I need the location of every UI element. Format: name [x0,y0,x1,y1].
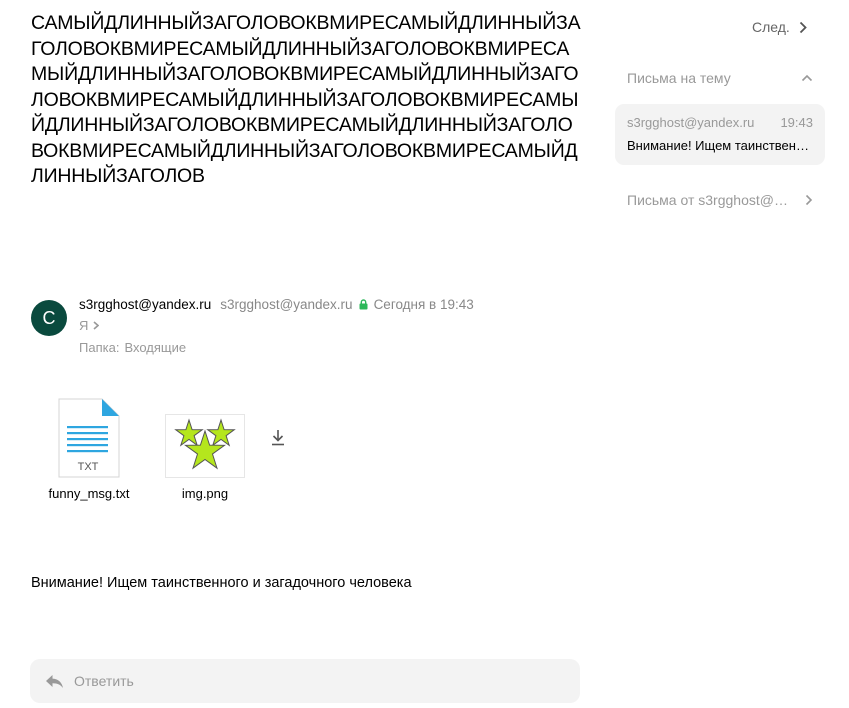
attachment-txt[interactable]: TXT funny_msg.txt [40,398,138,501]
chevron-right-icon [805,194,813,206]
folder-label: Папка: [79,340,120,355]
recipient-toggle[interactable]: Я [79,318,100,333]
image-thumbnail [165,414,245,478]
thread-section-title: Письма на тему [627,70,731,86]
message-body: Внимание! Ищем таинственного и загадочно… [31,575,412,591]
thread-item-time: 19:43 [780,115,813,130]
star-icon [174,418,204,447]
folder-line: Папка: Входящие [79,340,186,355]
attachment-name: funny_msg.txt [48,486,130,501]
avatar[interactable]: С [31,300,67,336]
lock-icon [359,299,368,310]
from-sender-label: Письма от s3rgghost@yandex.ru [627,192,792,208]
message-subject: САМЫЙДЛИННЫЙЗАГОЛОВОКВМИРЕСАМЫЙДЛИННЫЙЗА… [31,12,581,187]
thread-item-from: s3rgghost@yandex.ru [627,115,755,130]
txt-type-label: TXT [78,461,99,473]
thread-section-toggle[interactable]: Письма на тему [627,70,813,86]
txt-file-icon: TXT [58,398,120,478]
reply-icon [45,674,64,689]
folder-value[interactable]: Входящие [124,340,186,355]
chevron-up-icon [801,74,813,82]
star-icon [206,418,236,447]
reply-label: Ответить [74,673,134,689]
reply-button[interactable]: Ответить [30,659,580,703]
chevron-right-icon [93,321,100,330]
download-icon[interactable] [270,429,286,451]
thread-item-snippet: Внимание! Ищем таинственного и загадочно… [627,138,813,153]
next-message-link[interactable]: След. [752,19,807,35]
next-label: След. [752,19,790,35]
sender-line: s3rgghost@yandex.ru s3rgghost@yandex.ru … [79,297,474,312]
recipient-label: Я [79,318,89,333]
from-sender-section-toggle[interactable]: Письма от s3rgghost@yandex.ru [627,192,813,208]
chevron-right-icon [799,21,807,33]
attachment-name: img.png [181,486,229,501]
sent-date: Сегодня в 19:43 [373,297,474,312]
attachment-img[interactable]: img.png [158,398,252,501]
sender-email[interactable]: s3rgghost@yandex.ru [220,297,352,312]
message-view: САМЫЙДЛИННЫЙЗАГОЛОВОКВМИРЕСАМЫЙДЛИННЫЙЗА… [0,0,849,708]
thread-message-item[interactable]: s3rgghost@yandex.ru 19:43 Внимание! Ищем… [615,104,825,165]
sender-name[interactable]: s3rgghost@yandex.ru [79,297,211,312]
